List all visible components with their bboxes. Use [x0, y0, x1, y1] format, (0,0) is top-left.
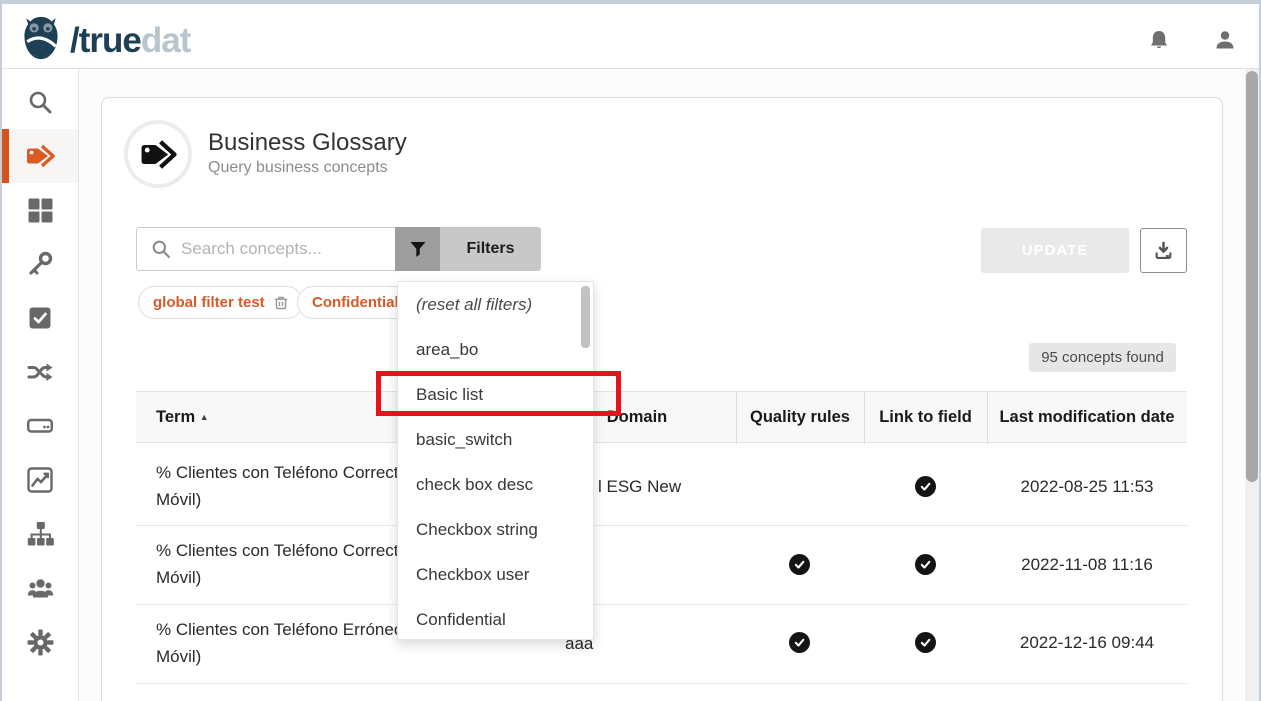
sidebar-item-settings[interactable]	[2, 615, 78, 669]
sidebar-item-permissions[interactable]	[2, 237, 78, 291]
row-divider	[136, 683, 1187, 684]
table-header: Term ▲ Domain Quality rules Link to fiel…	[136, 391, 1187, 443]
chart-line-icon	[27, 467, 53, 493]
row-divider	[136, 604, 1187, 605]
quality-rules-check-icon	[789, 554, 810, 575]
column-header-quality-rules[interactable]: Quality rules	[736, 392, 864, 444]
update-button[interactable]: UPDATE	[981, 228, 1129, 273]
glossary-avatar	[124, 120, 192, 188]
page-subtitle: Query business concepts	[208, 159, 388, 177]
shuffle-icon	[27, 359, 54, 385]
column-header-last-modification[interactable]: Last modification date	[987, 392, 1187, 444]
owl-logo-icon	[18, 14, 64, 67]
filter-chip[interactable]: global filter test	[138, 286, 303, 319]
results-count-badge: 95 concepts found	[1029, 343, 1176, 372]
dropdown-item-reset-filters[interactable]: (reset all filters)	[398, 282, 593, 327]
column-header-term[interactable]: Term ▲	[156, 392, 209, 444]
check-square-icon	[28, 306, 52, 330]
active-accent-bar	[2, 129, 9, 183]
app-window: /truedat	[0, 0, 1261, 701]
dropdown-item[interactable]: Confidential	[398, 597, 593, 642]
dropdown-item[interactable]: basic_switch	[398, 417, 593, 462]
link-to-field-check-icon	[915, 632, 936, 653]
row-last-modification: 2022-11-08 11:16	[987, 555, 1187, 575]
bell-icon[interactable]	[1148, 29, 1170, 56]
sitemap-icon	[27, 521, 54, 547]
window-frame-edge	[0, 0, 2, 701]
tags-icon	[25, 143, 55, 169]
page-scrollbar-thumb[interactable]	[1246, 71, 1258, 482]
dropdown-item-basic-list[interactable]: Basic list	[398, 372, 593, 417]
quality-rules-check-icon	[789, 632, 810, 653]
search-input[interactable]	[181, 239, 371, 259]
chip-label: Confidential	[312, 294, 399, 311]
row-divider	[136, 525, 1187, 526]
sidebar-item-catalog[interactable]	[2, 183, 78, 237]
dropdown-item[interactable]: Checkbox string	[398, 507, 593, 552]
filters-button[interactable]: Filters	[395, 227, 541, 271]
user-icon[interactable]	[1214, 29, 1236, 56]
row-last-modification: 2022-12-16 09:44	[987, 633, 1187, 653]
top-bar: /truedat	[2, 4, 1259, 69]
chip-label: global filter test	[153, 294, 265, 311]
search-icon	[27, 89, 53, 115]
window-frame-edge	[0, 0, 1261, 4]
tags-icon	[139, 138, 177, 171]
sidebar-item-data-sources[interactable]	[2, 399, 78, 453]
search-box	[136, 227, 395, 271]
trash-icon[interactable]	[274, 295, 288, 310]
header-divider	[864, 392, 865, 444]
hard-drive-icon	[27, 413, 53, 439]
sidebar-item-glossary[interactable]	[2, 129, 78, 183]
sidebar-item-quality[interactable]	[2, 291, 78, 345]
link-to-field-check-icon	[915, 476, 936, 497]
sort-asc-icon: ▲	[200, 412, 209, 422]
header-divider	[736, 392, 737, 444]
search-icon	[151, 239, 171, 259]
logo-wordmark: /truedat	[70, 21, 190, 61]
funnel-icon	[395, 227, 440, 271]
key-icon	[27, 251, 53, 277]
dropdown-scrollbar-thumb[interactable]	[581, 286, 590, 348]
filters-dropdown: (reset all filters) area_bo Basic list b…	[397, 281, 594, 640]
filters-button-label: Filters	[440, 227, 541, 271]
sidebar-item-search[interactable]	[2, 75, 78, 129]
truedat-logo[interactable]: /truedat	[18, 14, 190, 67]
download-button[interactable]	[1140, 228, 1187, 273]
download-icon	[1154, 241, 1173, 260]
gear-icon	[27, 629, 54, 656]
sidebar-item-users[interactable]	[2, 561, 78, 615]
users-icon	[27, 576, 54, 600]
sidebar-item-dashboards[interactable]	[2, 453, 78, 507]
row-domain: l ESG New	[598, 477, 681, 497]
row-last-modification: 2022-08-25 11:53	[987, 477, 1187, 497]
grid-icon	[28, 198, 53, 223]
header-divider	[987, 392, 988, 444]
link-to-field-check-icon	[915, 554, 936, 575]
dropdown-item[interactable]: Checkbox user	[398, 552, 593, 597]
sidebar-nav	[2, 69, 79, 701]
sidebar-item-structures[interactable]	[2, 507, 78, 561]
dropdown-item[interactable]: check box desc	[398, 462, 593, 507]
sidebar-item-lineage[interactable]	[2, 345, 78, 399]
dropdown-item[interactable]: area_bo	[398, 327, 593, 372]
page-title: Business Glossary	[208, 129, 407, 157]
column-header-link-to-field[interactable]: Link to field	[864, 392, 987, 444]
